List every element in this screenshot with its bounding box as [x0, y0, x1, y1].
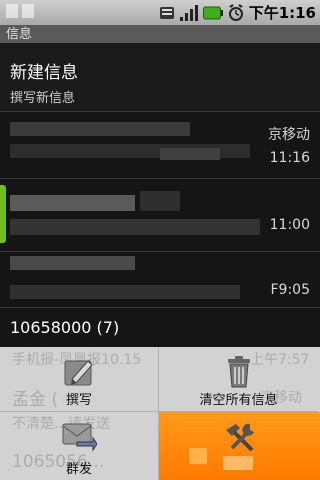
- notification-area: [6, 4, 126, 20]
- pixelated-block: [189, 448, 207, 464]
- pixelated-block: [223, 456, 253, 470]
- trash-icon: [227, 356, 250, 388]
- sender-partial: 京移动: [268, 127, 310, 143]
- pixelated-sender: [10, 122, 190, 136]
- compose-icon: [64, 360, 93, 386]
- compose-menu-item[interactable]: 撰写: [0, 347, 159, 412]
- app-title-bar: 信息: [0, 25, 320, 43]
- settings-menu-item[interactable]: [159, 412, 320, 480]
- conversation-row[interactable]: 10658000 (7): [0, 308, 320, 346]
- pixelated-sender: [10, 195, 135, 211]
- broadcast-label: 群发: [65, 462, 92, 477]
- new-message-row[interactable]: 新建信息 撰写新信息: [0, 43, 320, 112]
- pixelated-block: [140, 191, 180, 211]
- clear-all-menu-item[interactable]: 清空所有信息: [159, 347, 318, 412]
- usb-icon: [6, 4, 18, 18]
- status-bar: 下午1:16: [0, 0, 320, 25]
- compose-label: 撰写: [65, 393, 92, 408]
- new-message-subtitle: 撰写新信息: [10, 91, 76, 106]
- selected-indicator: [0, 185, 6, 243]
- broadcast-menu-item[interactable]: 群发: [0, 412, 159, 480]
- conversation-sender: 10658000 (7): [10, 318, 120, 337]
- tools-icon: [225, 423, 254, 452]
- conversation-row[interactable]: 京移动 11:16: [0, 112, 320, 179]
- clear-all-label: 清空所有信息: [199, 393, 278, 408]
- pixelated-sender: [10, 256, 135, 270]
- battery-icon: [202, 6, 223, 19]
- signal-icon: [179, 4, 198, 21]
- conversation-time: 11:16: [269, 150, 310, 166]
- conversation-time: F9:05: [270, 282, 311, 298]
- alarm-icon: [228, 3, 243, 21]
- pixelated-block: [160, 148, 220, 160]
- broadcast-icon: [62, 423, 97, 452]
- pixelated-snippet: [10, 285, 240, 299]
- new-message-title: 新建信息: [10, 63, 78, 83]
- conversation-time: 11:00: [269, 217, 310, 233]
- sim-icon: [22, 4, 34, 18]
- clock: 下午1:16: [248, 4, 316, 22]
- sms-notification-icon: [159, 6, 174, 19]
- pixelated-snippet: [10, 219, 260, 235]
- conversation-row[interactable]: 11:00: [0, 179, 320, 252]
- conversation-row[interactable]: F9:05: [0, 252, 320, 308]
- app-title: 信息: [6, 27, 33, 42]
- options-menu: 手机报-凤凰报10.15 上午7:57 孟金 ( 京移动 不清楚…请发送 106…: [0, 347, 320, 480]
